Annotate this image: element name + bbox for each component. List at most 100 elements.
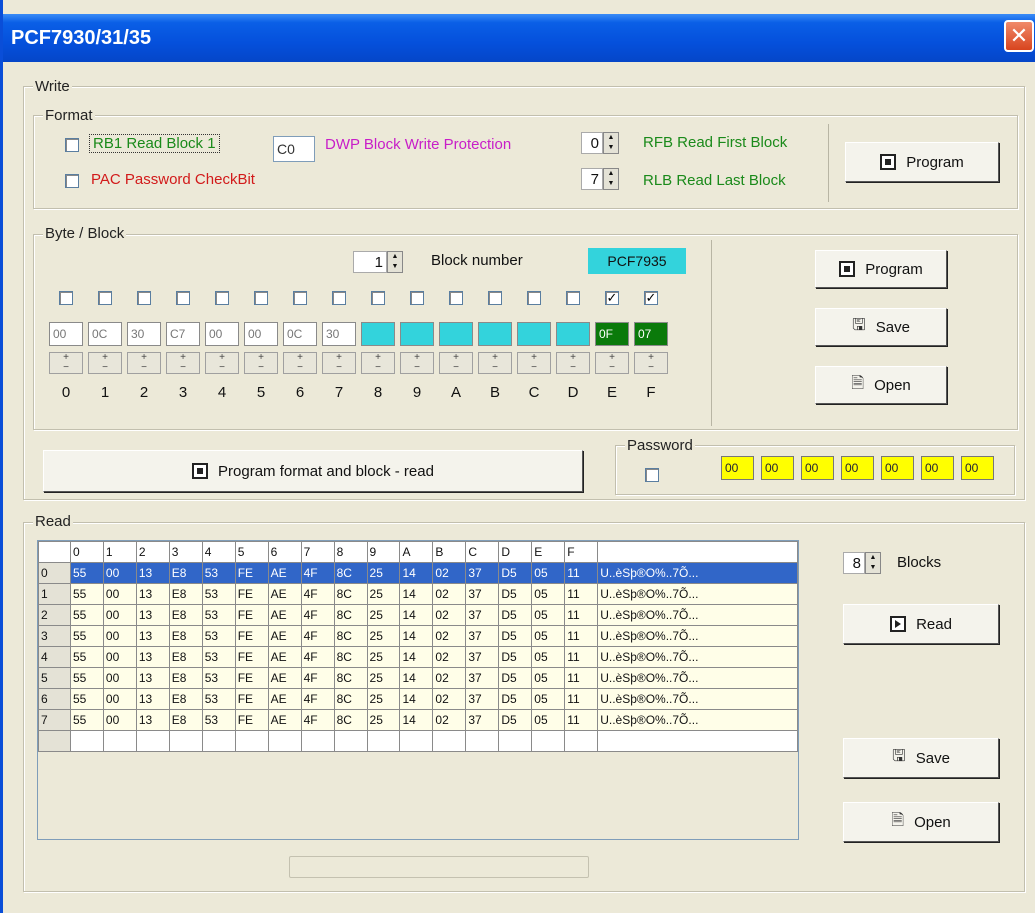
- column-header[interactable]: [597, 541, 798, 563]
- byte-plus-minus-stepper[interactable]: + −: [634, 352, 668, 374]
- table-row[interactable]: 7 55 00 13 E8 53 FE AE 4F 8C 25 14 02 37 D5 05 11 U..èSþ®…: [38, 709, 798, 731]
- table-cell[interactable]: 55: [69, 646, 104, 668]
- column-header[interactable]: 1: [102, 541, 137, 563]
- table-cell[interactable]: 8C: [333, 688, 368, 710]
- table-cell[interactable]: FE: [234, 562, 269, 584]
- table-cell[interactable]: E8: [168, 583, 203, 605]
- table-row[interactable]: 5 55 00 13 E8 53 FE AE 4F 8C 25 14 02 37 D5 05 11 U..èSþ®…: [38, 667, 798, 689]
- table-cell[interactable]: [498, 730, 533, 752]
- table-cell[interactable]: [366, 730, 401, 752]
- table-cell[interactable]: 13: [135, 667, 170, 689]
- row-header[interactable]: 6: [38, 688, 71, 710]
- table-cell[interactable]: 13: [135, 625, 170, 647]
- table-cell[interactable]: 02: [432, 583, 467, 605]
- table-cell[interactable]: [300, 730, 335, 752]
- table-cell[interactable]: E8: [168, 709, 203, 731]
- byte-checkbox[interactable]: [488, 291, 502, 305]
- byte-plus-minus-stepper[interactable]: + −: [88, 352, 122, 374]
- table-cell[interactable]: 02: [432, 604, 467, 626]
- table-cell[interactable]: 37: [465, 583, 500, 605]
- table-cell[interactable]: 55: [69, 667, 104, 689]
- table-cell[interactable]: [201, 730, 236, 752]
- table-cell[interactable]: 55: [69, 562, 104, 584]
- read-save-button[interactable]: 🖫 Save: [843, 738, 999, 778]
- table-cell[interactable]: AE: [267, 646, 302, 668]
- table-cell[interactable]: 53: [201, 562, 236, 584]
- byte-checkbox[interactable]: [410, 291, 424, 305]
- password-byte-input[interactable]: 00: [881, 456, 914, 480]
- table-cell[interactable]: 14: [399, 646, 434, 668]
- table-cell[interactable]: 37: [465, 562, 500, 584]
- column-header[interactable]: 4: [201, 541, 236, 563]
- table-cell[interactable]: [234, 730, 269, 752]
- table-cell[interactable]: 00: [102, 709, 137, 731]
- byte-plus-minus-stepper[interactable]: + −: [322, 352, 356, 374]
- password-byte-input[interactable]: 00: [961, 456, 994, 480]
- table-cell[interactable]: AE: [267, 688, 302, 710]
- byte-value-input[interactable]: 0C: [283, 322, 317, 346]
- program-format-block-button[interactable]: Program format and block - read: [43, 450, 583, 492]
- byte-checkbox[interactable]: [371, 291, 385, 305]
- table-cell[interactable]: 00: [102, 625, 137, 647]
- table-cell[interactable]: 05: [531, 604, 566, 626]
- table-cell[interactable]: AE: [267, 709, 302, 731]
- table-cell[interactable]: 53: [201, 583, 236, 605]
- table-cell[interactable]: 53: [201, 709, 236, 731]
- table-cell[interactable]: 00: [102, 646, 137, 668]
- table-cell[interactable]: 14: [399, 667, 434, 689]
- table-cell[interactable]: 05: [531, 625, 566, 647]
- table-cell[interactable]: 8C: [333, 709, 368, 731]
- byte-plus-minus-stepper[interactable]: + −: [595, 352, 629, 374]
- table-cell[interactable]: 14: [399, 604, 434, 626]
- byte-checkbox[interactable]: [176, 291, 190, 305]
- table-cell[interactable]: D5: [498, 667, 533, 689]
- column-header[interactable]: 9: [366, 541, 401, 563]
- read-button[interactable]: Read: [843, 604, 999, 644]
- byte-plus-minus-stepper[interactable]: + −: [556, 352, 590, 374]
- table-cell[interactable]: 11: [564, 688, 599, 710]
- table-cell[interactable]: 8C: [333, 604, 368, 626]
- table-cell[interactable]: FE: [234, 646, 269, 668]
- column-header[interactable]: 7: [300, 541, 335, 563]
- rlb-value[interactable]: 7: [581, 168, 603, 190]
- table-cell[interactable]: [564, 730, 599, 752]
- table-cell[interactable]: D5: [498, 583, 533, 605]
- row-header[interactable]: 4: [38, 646, 71, 668]
- table-cell[interactable]: D5: [498, 562, 533, 584]
- table-cell[interactable]: 00: [102, 688, 137, 710]
- table-cell[interactable]: D5: [498, 625, 533, 647]
- table-cell[interactable]: E8: [168, 646, 203, 668]
- table-cell[interactable]: [267, 730, 302, 752]
- ascii-cell[interactable]: U..èSþ®O%..7Õ...: [597, 604, 798, 626]
- byte-plus-minus-stepper[interactable]: + −: [244, 352, 278, 374]
- format-program-button[interactable]: Program: [845, 142, 999, 182]
- table-row[interactable]: [38, 730, 798, 752]
- table-cell[interactable]: 05: [531, 562, 566, 584]
- table-cell[interactable]: 13: [135, 604, 170, 626]
- byte-checkbox[interactable]: [293, 291, 307, 305]
- password-checkbox[interactable]: [645, 468, 659, 482]
- byte-plus-minus-stepper[interactable]: + −: [127, 352, 161, 374]
- table-cell[interactable]: 13: [135, 646, 170, 668]
- byte-value-input[interactable]: 0F: [595, 322, 629, 346]
- table-cell[interactable]: 37: [465, 709, 500, 731]
- block-save-button[interactable]: 🖫 Save: [815, 308, 947, 346]
- table-row[interactable]: 3 55 00 13 E8 53 FE AE 4F 8C 25 14 02 37 D5 05 11 U..èSþ®…: [38, 625, 798, 647]
- row-header[interactable]: 3: [38, 625, 71, 647]
- byte-plus-minus-stepper[interactable]: + −: [166, 352, 200, 374]
- table-cell[interactable]: 00: [102, 562, 137, 584]
- table-cell[interactable]: 4F: [300, 709, 335, 731]
- byte-value-input[interactable]: [400, 322, 434, 346]
- column-header[interactable]: 0: [69, 541, 104, 563]
- read-table[interactable]: 0 1 2 3 4 5 6 7 8 9 A B C D E F 0 55 00 13 E8 53 FE AE 4F 8C 25 14 0…: [38, 541, 798, 752]
- byte-plus-minus-stepper[interactable]: + −: [400, 352, 434, 374]
- table-cell[interactable]: 25: [366, 604, 401, 626]
- table-cell[interactable]: [399, 730, 434, 752]
- rb1-checkbox[interactable]: [65, 138, 79, 152]
- table-cell[interactable]: 37: [465, 646, 500, 668]
- byte-plus-minus-stepper[interactable]: + −: [517, 352, 551, 374]
- table-cell[interactable]: 37: [465, 688, 500, 710]
- table-cell[interactable]: FE: [234, 709, 269, 731]
- ascii-cell[interactable]: U..èSþ®O%..7Õ...: [597, 688, 798, 710]
- byte-checkbox[interactable]: [527, 291, 541, 305]
